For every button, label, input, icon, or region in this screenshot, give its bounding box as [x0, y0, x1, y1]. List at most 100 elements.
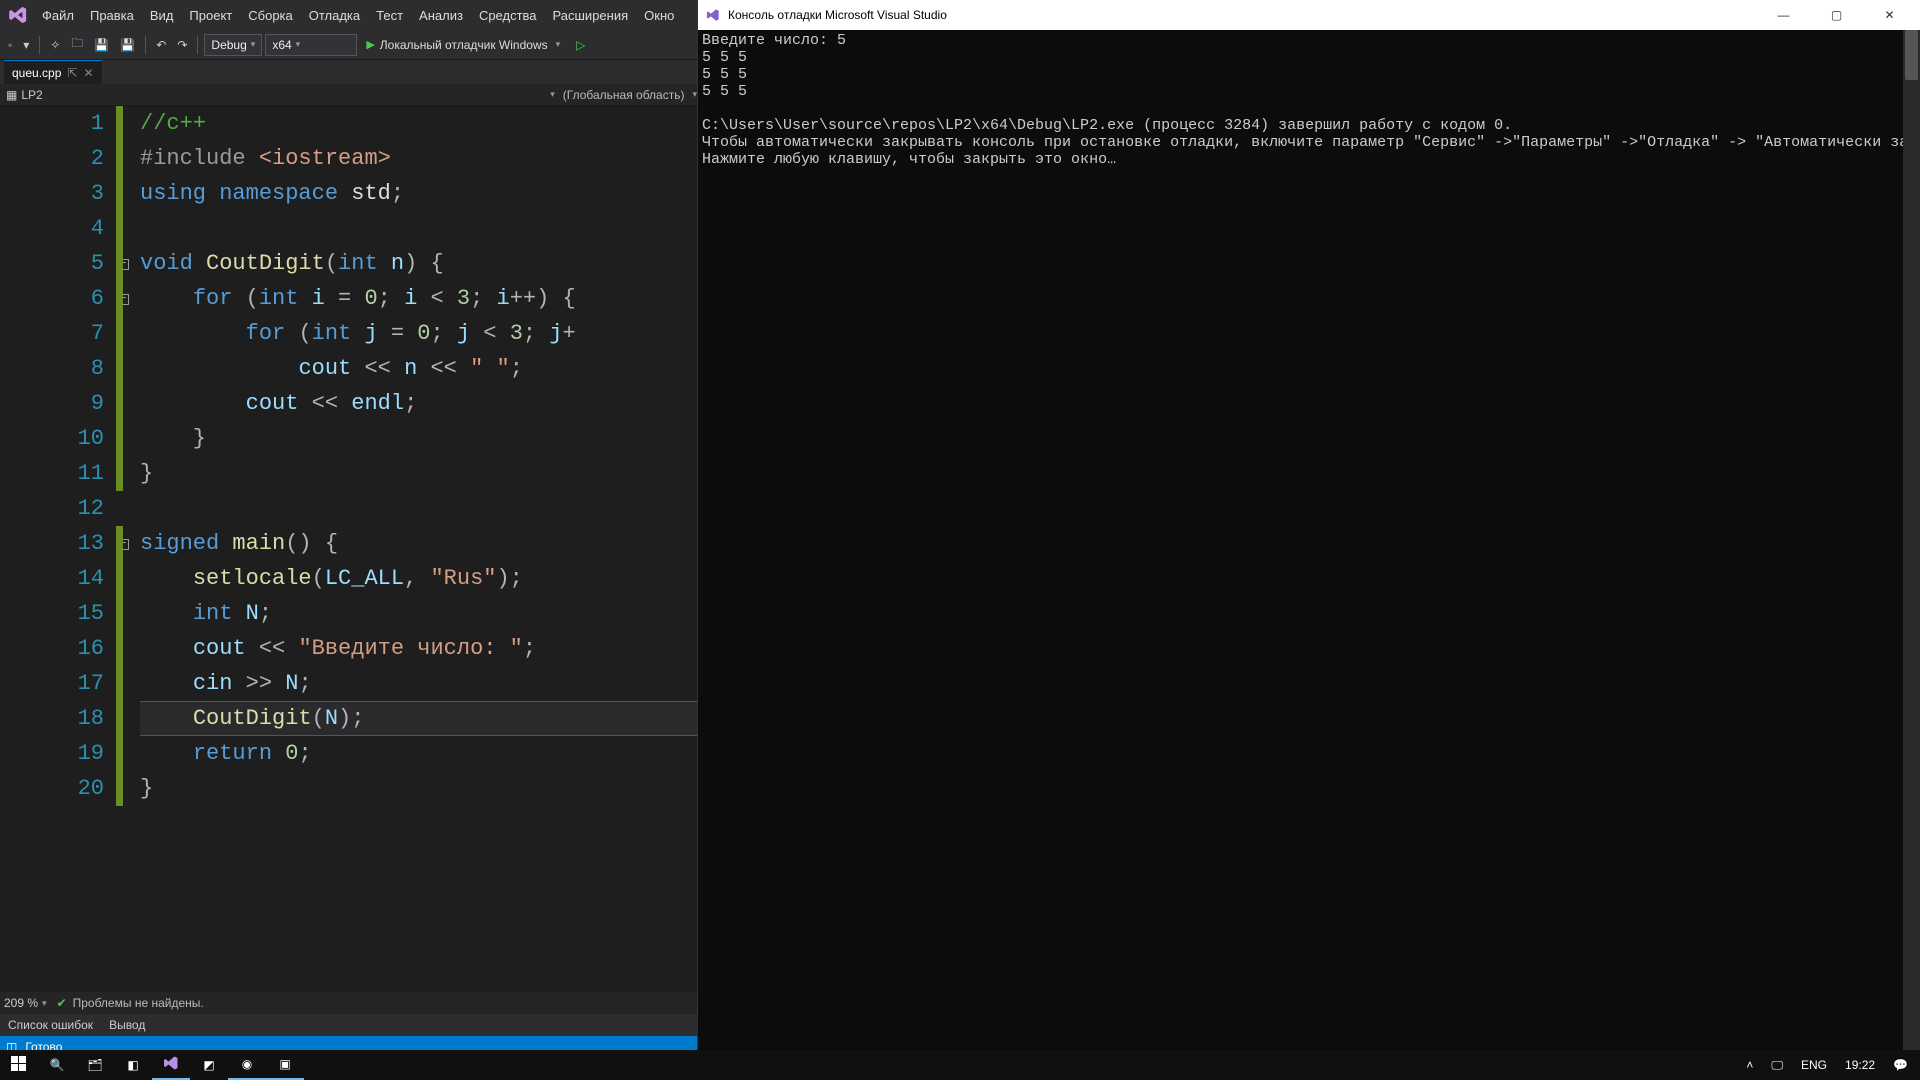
app-icon: ◉	[242, 1057, 252, 1071]
tray-notifications-icon[interactable]: 💬	[1889, 1058, 1912, 1072]
config-combo-value: Debug	[211, 38, 246, 52]
code-editor[interactable]: 1234567891011121314151617181920 −−− //c+…	[0, 106, 697, 992]
close-icon[interactable]: ✕	[83, 66, 93, 80]
tray-chevron[interactable]: ˄	[1742, 1058, 1757, 1072]
search-button[interactable]: 🔍	[38, 1050, 76, 1080]
code-line[interactable]: }	[140, 771, 697, 806]
minimize-button[interactable]: —	[1761, 0, 1806, 30]
code-line[interactable]: for (int j = 0; j < 3; j+	[140, 316, 697, 351]
console-output[interactable]: Введите число: 5 5 5 5 5 5 5 5 5 5 C:\Us…	[698, 30, 1920, 1058]
save-all-button[interactable]: 💾	[116, 34, 139, 56]
code-line[interactable]: cin >> N;	[140, 666, 697, 701]
code-line[interactable]: for (int i = 0; i < 3; i++) {	[140, 281, 697, 316]
code-area[interactable]: //c++#include <iostream>using namespace …	[140, 106, 697, 992]
debug-console-window: Консоль отладки Microsoft Visual Studio …	[697, 0, 1920, 1058]
fold-toggle[interactable]: −	[118, 259, 129, 270]
code-line[interactable]: CoutDigit(N);	[140, 701, 697, 736]
menu-файл[interactable]: Файл	[34, 4, 82, 27]
code-line[interactable]	[140, 491, 697, 526]
menu-тест[interactable]: Тест	[368, 4, 411, 27]
tab-output[interactable]: Вывод	[101, 1016, 153, 1034]
maximize-button[interactable]: ▢	[1814, 0, 1859, 30]
menu-правка[interactable]: Правка	[82, 4, 142, 27]
editor-tab-queu[interactable]: queu.cpp ⇱ ✕	[4, 60, 102, 84]
app-icon: ▣	[279, 1057, 290, 1071]
taskbar-app-terminal[interactable]: ▣	[266, 1050, 304, 1080]
menu-анализ[interactable]: Анализ	[411, 4, 471, 27]
open-file-button[interactable]: 🗀	[67, 34, 87, 56]
console-titlebar[interactable]: Консоль отладки Microsoft Visual Studio …	[698, 0, 1920, 30]
new-item-button[interactable]: ✧	[46, 34, 64, 56]
windows-taskbar: 🔍 🗂 ◧ ◩ ◉ ▣ ˄ 🖵 ENG 19:22 💬	[0, 1050, 1920, 1080]
chevron-down-icon: ▾	[251, 39, 256, 50]
separator	[145, 36, 146, 54]
windows-icon	[11, 1056, 27, 1075]
pin-icon[interactable]: ⇱	[67, 66, 77, 80]
code-line[interactable]: }	[140, 456, 697, 491]
check-icon: ✔	[57, 996, 67, 1010]
back-button[interactable]: ◦	[4, 34, 16, 56]
tray-clock[interactable]: 19:22	[1841, 1058, 1879, 1072]
menu-расширения[interactable]: Расширения	[545, 4, 637, 27]
tray-language[interactable]: ENG	[1797, 1058, 1831, 1072]
code-line[interactable]	[140, 211, 697, 246]
navbar-project[interactable]: ▦ LP2	[0, 88, 49, 102]
code-line[interactable]: signed main() {	[140, 526, 697, 561]
editor-status-strip: 209 % ▾ ✔ Проблемы не найдены.	[0, 992, 697, 1014]
start-button[interactable]	[0, 1050, 38, 1080]
scrollbar-thumb[interactable]	[1905, 30, 1918, 80]
navbar-project-label: LP2	[21, 88, 42, 102]
code-line[interactable]: void CoutDigit(int n) {	[140, 246, 697, 281]
app-icon	[163, 1055, 179, 1074]
issues-label: Проблемы не найдены.	[73, 996, 204, 1010]
bottom-panels: Список ошибок Вывод	[0, 1014, 697, 1036]
fold-column: − − −	[116, 106, 140, 992]
fold-toggle[interactable]: −	[118, 539, 129, 550]
taskbar-app-photoshop[interactable]: ◧	[114, 1050, 152, 1080]
start-without-debug-button[interactable]: ▷	[572, 34, 589, 56]
undo-button[interactable]: ↶	[152, 34, 170, 56]
code-line[interactable]: cout << "Введите число: ";	[140, 631, 697, 666]
config-combo[interactable]: Debug ▾	[204, 34, 262, 56]
code-line[interactable]: return 0;	[140, 736, 697, 771]
zoom-combo[interactable]: 209 % ▾	[4, 996, 47, 1010]
menu-вид[interactable]: Вид	[142, 4, 182, 27]
fold-toggle[interactable]: −	[118, 294, 129, 305]
code-line[interactable]: cout << endl;	[140, 386, 697, 421]
taskbar-app-chrome[interactable]: ◉	[228, 1050, 266, 1080]
tray-monitor-icon[interactable]: 🖵	[1767, 1058, 1787, 1073]
visual-studio-window: ФайлПравкаВидПроектСборкаОтладкаТестАнал…	[0, 0, 697, 1058]
vs-toolbar: ◦ ▾ ✧ 🗀 💾 💾 ↶ ↷ Debug ▾ x64 ▾ ▶ Локальны…	[0, 30, 697, 60]
code-line[interactable]: cout << n << " ";	[140, 351, 697, 386]
code-line[interactable]: setlocale(LC_ALL, "Rus");	[140, 561, 697, 596]
code-line[interactable]: }	[140, 421, 697, 456]
forward-button[interactable]: ▾	[19, 34, 33, 56]
chevron-down-icon: ▾	[553, 39, 564, 50]
console-scrollbar[interactable]	[1903, 30, 1920, 1058]
taskbar-app-pycharm[interactable]: ◩	[190, 1050, 228, 1080]
menu-отладка[interactable]: Отладка	[301, 4, 368, 27]
code-line[interactable]: #include <iostream>	[140, 141, 697, 176]
navbar-scope-label: (Глобальная область)	[563, 88, 685, 102]
editor-navbar: ▦ LP2 ▾ (Глобальная область) ▾	[0, 84, 697, 106]
menu-средства[interactable]: Средства	[471, 4, 545, 27]
explorer-button[interactable]: 🗂	[76, 1050, 114, 1080]
menu-сборка[interactable]: Сборка	[240, 4, 301, 27]
start-debug-button[interactable]: ▶ Локальный отладчик Windows ▾	[360, 34, 569, 56]
code-line[interactable]: int N;	[140, 596, 697, 631]
zoom-value: 209 %	[4, 996, 38, 1010]
close-button[interactable]: ✕	[1867, 0, 1912, 30]
navbar-scope[interactable]: (Глобальная область)	[555, 88, 693, 102]
menu-проект[interactable]: Проект	[181, 4, 240, 27]
issues-indicator[interactable]: ✔ Проблемы не найдены.	[57, 996, 204, 1010]
platform-combo[interactable]: x64 ▾	[265, 34, 357, 56]
redo-button[interactable]: ↷	[173, 34, 191, 56]
code-line[interactable]: //c++	[140, 106, 697, 141]
save-button[interactable]: 💾	[90, 34, 113, 56]
menu-окно[interactable]: Окно	[636, 4, 682, 27]
app-icon: ◩	[203, 1058, 214, 1072]
taskbar-app-visualstudio[interactable]	[152, 1050, 190, 1080]
start-debug-label: Локальный отладчик Windows	[380, 38, 548, 52]
tab-error-list[interactable]: Список ошибок	[0, 1016, 101, 1034]
code-line[interactable]: using namespace std;	[140, 176, 697, 211]
